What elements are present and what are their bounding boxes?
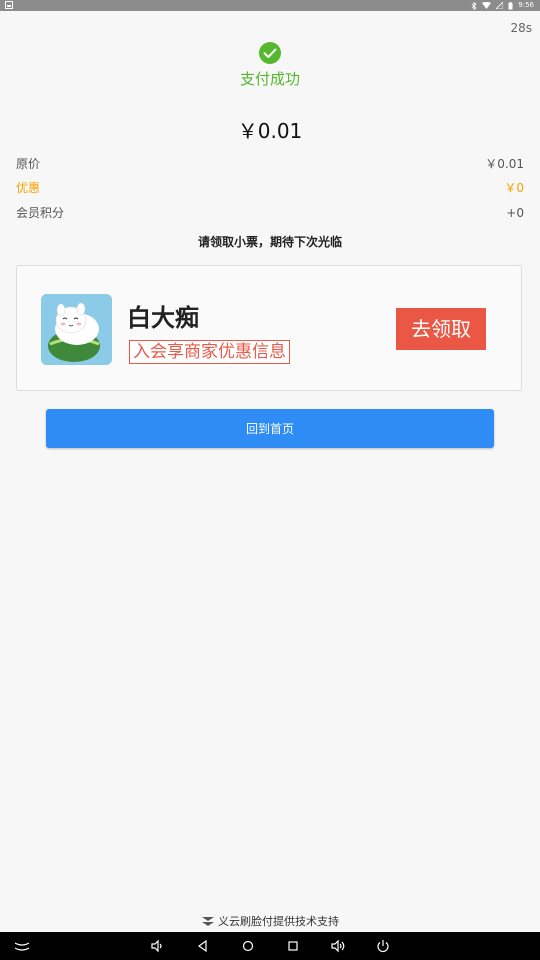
claim-button[interactable]: 去领取 — [396, 308, 486, 350]
original-price-row: 原价 ￥0.01 — [16, 154, 524, 174]
original-price-label: 原价 — [16, 157, 41, 171]
payment-status: 支付成功 — [239, 70, 300, 88]
membership-tagline: 入会享商家优惠信息 — [129, 340, 290, 364]
back-to-home-button[interactable]: 回到首页 — [46, 409, 494, 448]
discount-label: 优惠 — [16, 181, 41, 195]
back-icon[interactable] — [195, 938, 211, 954]
signal-icon — [496, 2, 504, 9]
payment-amount: ￥0.01 — [237, 119, 303, 143]
volume-up-icon[interactable] — [330, 938, 346, 954]
check-circle-icon — [259, 42, 281, 64]
recents-icon[interactable] — [285, 938, 301, 954]
collapse-icon[interactable] — [14, 938, 30, 954]
points-value: +0 — [506, 206, 524, 220]
navigation-bar — [0, 932, 540, 960]
power-icon[interactable] — [375, 938, 391, 954]
notification-icon — [5, 1, 13, 9]
status-time: 9:56 — [518, 1, 534, 9]
discount-value: ￥0 — [504, 181, 524, 195]
yiyun-logo-icon — [202, 917, 214, 926]
home-icon[interactable] — [240, 938, 256, 954]
status-icons: 9:56 — [471, 0, 534, 11]
receipt-notice: 请领取小票，期待下次光临 — [197, 235, 342, 249]
promo-card: 白大痴 入会享商家优惠信息 去领取 — [16, 265, 522, 391]
battery-icon — [508, 1, 513, 9]
discount-row: 优惠 ￥0 — [16, 178, 524, 198]
footer-credit: 义云刷脸付提供技术支持 — [0, 913, 540, 929]
bluetooth-icon — [471, 1, 477, 10]
volume-down-icon[interactable] — [149, 938, 165, 954]
points-label: 会员积分 — [16, 206, 65, 220]
wifi-icon — [482, 2, 492, 9]
footer-text: 义云刷脸付提供技术支持 — [218, 915, 339, 928]
countdown-timer: 28s — [510, 21, 532, 35]
merchant-name: 白大痴 — [127, 304, 199, 332]
points-row: 会员积分 +0 — [16, 203, 524, 223]
original-price-value: ￥0.01 — [485, 157, 524, 171]
status-bar: 9:56 — [0, 0, 540, 11]
cat-watermelon-icon — [41, 294, 112, 365]
merchant-logo — [41, 294, 112, 365]
